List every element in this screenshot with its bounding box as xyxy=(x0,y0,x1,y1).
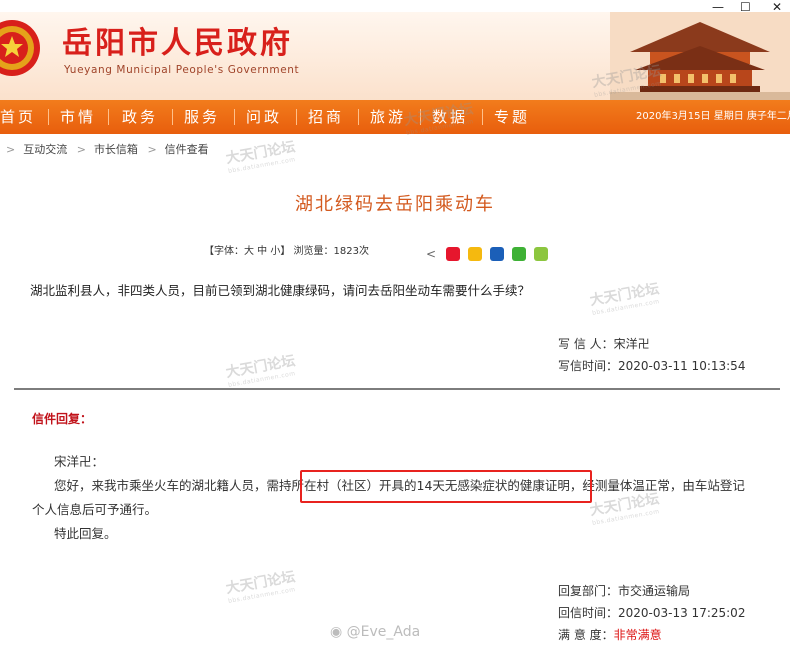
breadcrumb-letter-view: 信件查看 xyxy=(164,143,209,156)
reply-time: 回信时间：2020-03-13 17:25:02 xyxy=(558,606,746,620)
yueyang-tower-image xyxy=(610,12,790,100)
nav-divider xyxy=(420,109,421,125)
article-title: 湖北绿码去岳阳乘动车 xyxy=(295,194,495,215)
nav-divider xyxy=(108,109,109,125)
kaixin-icon[interactable] xyxy=(534,246,549,261)
chevron-right-icon: > xyxy=(6,143,16,156)
breadcrumb-mayor-mailbox[interactable]: 市长信箱 xyxy=(94,140,138,160)
nav-divider xyxy=(172,109,173,125)
satisfaction-row: 满 意 度：非常满意 xyxy=(558,624,745,646)
national-emblem-icon xyxy=(0,20,40,76)
nav-services[interactable]: 服务 xyxy=(184,100,220,134)
nav-divider xyxy=(296,109,297,125)
nav-topics[interactable]: 专题 xyxy=(494,100,530,134)
site-subtitle: Yueyang Municipal People's Government xyxy=(64,64,300,76)
nav-government-affairs[interactable]: 政务 xyxy=(122,100,158,134)
weibo-watermark: ◉ @Eve_Ada xyxy=(330,624,421,640)
nav-date: 2020年3月15日 星期日 庚子年二月 xyxy=(636,111,790,122)
reply-department: 回复部门：市交通运输局 xyxy=(558,584,691,598)
nav-tourism[interactable]: 旅游 xyxy=(370,100,406,134)
breadcrumb: > 互动交流 > 市长信箱 > 信件查看 xyxy=(0,140,209,160)
renren-icon[interactable] xyxy=(490,246,505,261)
weibo-icon: ◉ xyxy=(330,624,347,640)
main-nav: 首页 市情 政务 服务 问政 招商 旅游 数据 专题 2020年3月15日 星期… xyxy=(0,100,790,134)
reply-info: 回复部门：市交通运输局 回信时间：2020-03-13 17:25:02 满 意… xyxy=(558,580,745,646)
share-bar: < xyxy=(426,243,551,261)
sina-weibo-icon[interactable] xyxy=(446,246,461,261)
site-banner: 岳阳市人民政府 Yueyang Municipal People's Gover… xyxy=(0,12,790,100)
highlight-box xyxy=(300,470,592,503)
section-divider xyxy=(14,388,780,390)
qzone-icon[interactable] xyxy=(468,246,483,261)
writer-name: 写 信 人：宋洋卍 xyxy=(558,337,650,351)
watermark: 大天门论坛 bbs.datianmen.com xyxy=(588,281,661,317)
article-meta: 【字体：大 中 小】 浏览量：1823次 xyxy=(204,246,369,257)
nav-investment[interactable]: 招商 xyxy=(308,100,344,134)
nav-city-info[interactable]: 市情 xyxy=(60,100,96,134)
watermark: 大天门论坛 bbs.datianmen.com xyxy=(224,569,297,605)
nav-divider xyxy=(48,109,49,125)
question-text: 湖北监利县人，非四类人员，目前已领到湖北健康绿码，请问去岳阳坐动车需要什么手续？ xyxy=(30,283,531,298)
satisfaction-value: 非常满意 xyxy=(613,628,662,642)
writer-info: 写 信 人：宋洋卍 写信时间：2020-03-11 10:13:54 xyxy=(558,333,745,377)
reply-heading: 信件回复： xyxy=(32,412,93,426)
watermark: 大天门论坛 bbs.datianmen.com xyxy=(224,353,297,389)
satisfaction-label: 满 意 度： xyxy=(558,628,614,642)
nav-data[interactable]: 数据 xyxy=(432,100,468,134)
reply-closing: 特此回复。 xyxy=(54,526,117,541)
nav-inquiry[interactable]: 问政 xyxy=(246,100,282,134)
nav-home[interactable]: 首页 xyxy=(0,100,36,134)
write-time: 写信时间：2020-03-11 10:13:54 xyxy=(558,359,746,373)
chevron-right-icon: > xyxy=(147,143,157,156)
share-icon[interactable]: < xyxy=(426,247,438,261)
wechat-icon[interactable] xyxy=(512,246,527,261)
page: — ☐ ✕ 岳阳市人民政府 Yueyang Municipal People's… xyxy=(0,0,790,648)
breadcrumb-interaction[interactable]: 互动交流 xyxy=(23,140,67,160)
nav-divider xyxy=(234,109,235,125)
watermark: 大天门论坛 bbs.datianmen.com xyxy=(224,139,297,175)
nav-divider xyxy=(358,109,359,125)
nav-divider xyxy=(482,109,483,125)
site-title: 岳阳市人民政府 xyxy=(62,26,293,61)
chevron-right-icon: > xyxy=(76,143,86,156)
